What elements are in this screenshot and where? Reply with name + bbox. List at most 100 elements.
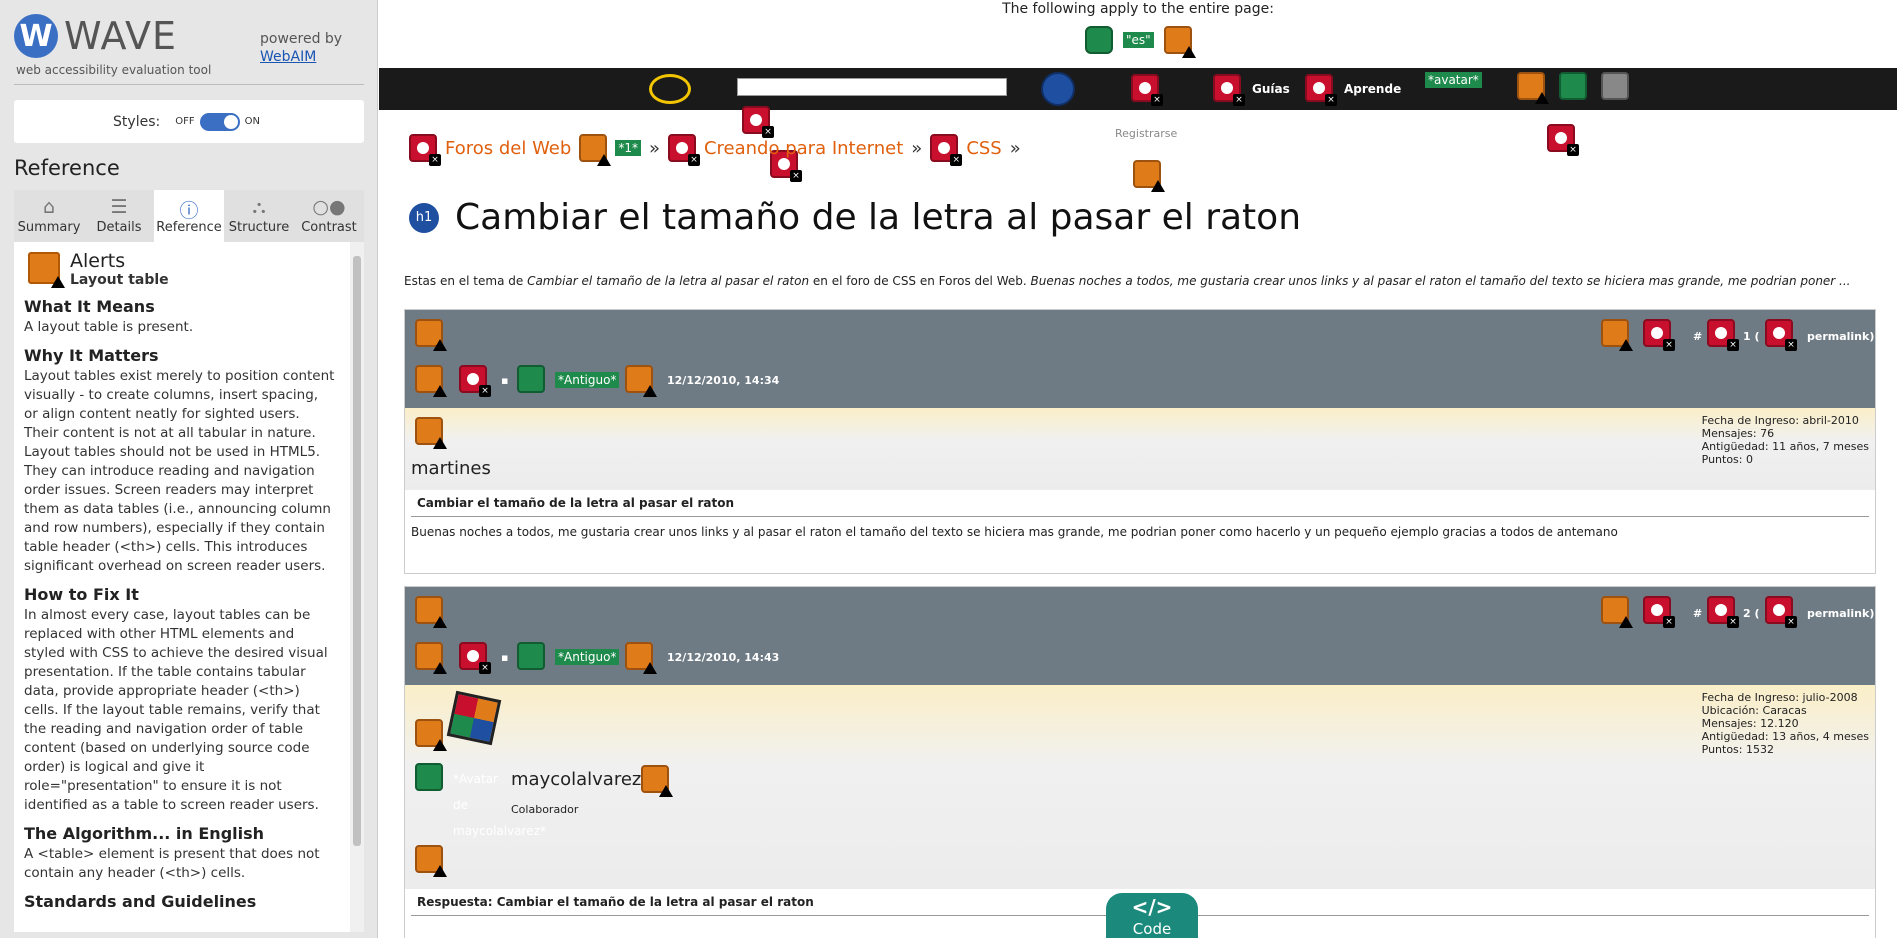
user-stat: Antigüedad: 11 años, 7 meses	[1701, 440, 1869, 453]
forum-post: × ▪ *Antiguo* 12/12/2010, 14:34 × # × 1 …	[404, 309, 1876, 574]
tag-error-icon[interactable]: ×	[742, 106, 774, 138]
avatar-image	[446, 690, 502, 746]
layout-table-alert-icon[interactable]	[415, 719, 447, 751]
layout-table-alert-icon[interactable]	[415, 596, 447, 628]
user-stat: Antigüedad: 13 años, 4 meses	[1701, 730, 1869, 743]
layout-table-alert-icon[interactable]	[415, 417, 447, 449]
avatar-alt-badge: *Avatar de maycolalvarez*	[453, 772, 546, 838]
empty-link-error-icon[interactable]: ×	[1765, 319, 1797, 351]
tab-structure[interactable]: ⛬ Structure	[224, 190, 294, 242]
post-username[interactable]: martines	[411, 458, 491, 479]
noscript-alert-icon[interactable]	[625, 642, 657, 674]
empty-link-error-icon[interactable]: ×	[409, 134, 441, 166]
post-date: 12/12/2010, 14:34	[667, 374, 780, 387]
breadcrumb-link[interactable]: Creando para Internet	[704, 138, 903, 159]
image-link-icon[interactable]	[517, 365, 545, 393]
styles-toggle[interactable]	[199, 112, 240, 131]
webaim-link[interactable]: WebAIM	[260, 49, 316, 65]
panel-tabs: ⌂ Summary ☰ Details ⓘ Reference ⛬ Structure …	[14, 190, 364, 242]
alert-category: Alerts	[70, 250, 126, 272]
linked-image-icon[interactable]	[1601, 72, 1629, 100]
tab-reference[interactable]: ⓘ Reference	[154, 190, 224, 242]
powered-by-label: powered by	[260, 31, 343, 47]
justified-text-alert-icon[interactable]	[1163, 26, 1196, 58]
tagline: web accessibility evaluation tool	[16, 63, 212, 77]
accesskey-alert-icon[interactable]	[579, 134, 612, 166]
styles-on-label: ON	[244, 116, 260, 127]
permalink[interactable]: permalink)	[1807, 607, 1874, 620]
tab-label: Details	[96, 220, 142, 235]
noscript-alert-icon[interactable]	[625, 365, 657, 397]
link-alert-icon[interactable]	[641, 765, 673, 797]
site-search-input[interactable]	[737, 78, 1007, 96]
info-icon: ⓘ	[179, 200, 199, 222]
post-number-hash: #	[1693, 330, 1703, 343]
nav-guias[interactable]: Guías	[1252, 82, 1290, 96]
layout-table-alert-icon	[28, 252, 65, 288]
text-alert-icon[interactable]	[1601, 319, 1633, 351]
code-toggle-button[interactable]: </> Code	[1106, 893, 1198, 938]
panel-scrollbar[interactable]	[350, 242, 364, 932]
tab-summary[interactable]: ⌂ Summary	[14, 190, 84, 242]
empty-link-error-icon[interactable]: ×	[459, 365, 491, 397]
post-username[interactable]: maycolalvarez	[511, 769, 641, 790]
tab-label: Contrast	[301, 220, 357, 235]
alert-name: Layout table	[70, 272, 169, 288]
text-alert-icon[interactable]	[415, 365, 447, 397]
empty-link-error-icon[interactable]: ×	[1643, 319, 1675, 351]
scrollbar-thumb[interactable]	[353, 256, 361, 846]
tab-details[interactable]: ☰ Details	[84, 190, 154, 242]
wave-logo-icon: W	[14, 14, 58, 58]
user-stat: Fecha de Ingreso: julio-2008	[1701, 691, 1858, 704]
empty-link-error-icon[interactable]: ×	[1305, 74, 1337, 106]
breadcrumb-separator: »	[1009, 137, 1021, 159]
intro-title: Cambiar el tamaño de la letra al pasar e…	[527, 274, 810, 288]
why-it-matters-heading: Why It Matters	[24, 346, 159, 365]
user-stat: Mensajes: 76	[1701, 427, 1775, 440]
code-icon: </>	[1131, 895, 1173, 919]
language-badge: "es"	[1123, 32, 1154, 48]
post-date: 12/12/2010, 14:43	[667, 651, 780, 664]
empty-link-error-icon[interactable]: ×	[1643, 596, 1675, 628]
forum-post: × ▪ *Antiguo* 12/12/2010, 14:43 × # × 2 …	[404, 586, 1876, 938]
user-stat: Puntos: 1532	[1701, 743, 1774, 756]
empty-link-error-icon[interactable]: ×	[1213, 74, 1245, 106]
breadcrumb-link[interactable]: Foros del Web	[445, 138, 571, 159]
what-it-means-text: A layout table is present.	[24, 319, 194, 335]
home-icon: ⌂	[42, 196, 56, 218]
tab-label: Structure	[228, 220, 290, 235]
registrarse-link[interactable]: Registrarse	[1115, 127, 1177, 140]
accesskey-badge: *1*	[615, 140, 641, 156]
layout-table-alert-icon[interactable]	[415, 319, 447, 351]
post-body: Buenas noches a todos, me gustaria crear…	[411, 525, 1618, 539]
user-stat: Ubicación: Caracas	[1701, 704, 1807, 717]
tab-contrast[interactable]: ○● Contrast	[294, 190, 364, 242]
noscript-alert-icon[interactable]	[1133, 160, 1165, 192]
wave-logo[interactable]: W WAVE	[14, 14, 177, 58]
empty-link-error-icon[interactable]: ×	[459, 642, 491, 674]
empty-link-error-icon[interactable]: ×	[1707, 319, 1739, 351]
breadcrumb-separator: »	[911, 137, 923, 159]
site-logo-icon[interactable]	[649, 74, 691, 104]
empty-link-error-icon[interactable]: ×	[930, 134, 963, 166]
text-alert-icon[interactable]	[415, 642, 447, 674]
empty-link-error-icon[interactable]: ×	[1131, 74, 1163, 106]
empty-link-error-icon[interactable]: ×	[1707, 596, 1739, 628]
post-header: × ▪ *Antiguo* 12/12/2010, 14:43 × # × 2 …	[405, 587, 1875, 685]
intro-a: Estas en el tema de	[404, 274, 528, 288]
text-alert-icon[interactable]	[1601, 596, 1633, 628]
list-structure-icon[interactable]	[1041, 72, 1075, 106]
permalink[interactable]: permalink)	[1807, 330, 1874, 343]
nav-aprende[interactable]: Aprende	[1344, 82, 1401, 96]
image-link-icon[interactable]	[517, 642, 545, 670]
language-icon[interactable]	[1085, 26, 1113, 54]
empty-link-error-icon[interactable]: ×	[1765, 596, 1797, 628]
empty-link-error-icon[interactable]: ×	[1547, 124, 1579, 156]
page-title: Cambiar el tamaño de la letra al pasar e…	[455, 197, 1302, 238]
breadcrumb-link[interactable]: CSS	[966, 138, 1001, 159]
image-alt-icon[interactable]	[1559, 72, 1587, 100]
empty-link-error-icon[interactable]: ×	[667, 134, 700, 166]
noscript-alert-icon[interactable]	[415, 845, 447, 877]
link-alert-icon[interactable]	[1517, 72, 1549, 104]
post-userbar: martines Fecha de Ingreso: abril-2010 Me…	[405, 408, 1875, 490]
